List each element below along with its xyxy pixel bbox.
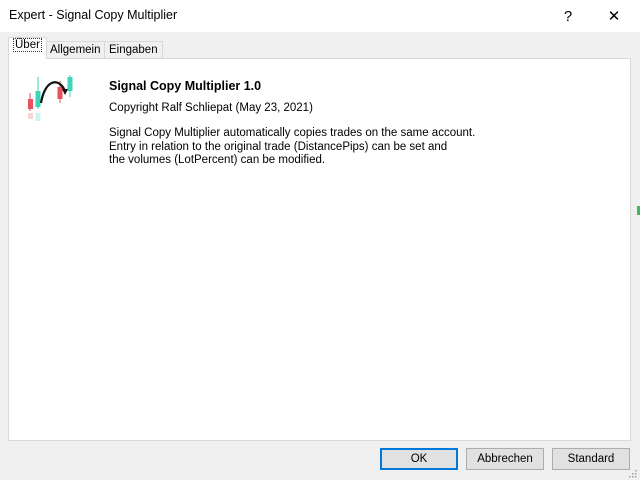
description-line: Entry in relation to the original trade … [109,140,448,153]
copyright-text: Copyright Ralf Schliepat (May 23, 2021) [109,102,313,114]
cancel-button[interactable]: Abbrechen [466,448,544,470]
about-panel: Signal Copy Multiplier 1.0 Copyright Ral… [8,58,631,441]
tab-label: Eingaben [109,44,158,56]
close-icon: ✕ [607,8,621,25]
expert-candles-logo [28,75,73,121]
description-line: Signal Copy Multiplier automatically cop… [109,127,476,139]
window-title: Expert - Signal Copy Multiplier [9,8,178,22]
tab-ueber[interactable]: Über [8,37,47,59]
help-button[interactable]: ? [545,0,591,32]
resize-grip-icon[interactable] [627,468,637,478]
tab-label: Allgemein [50,44,101,56]
expert-name: Signal Copy Multiplier 1.0 [109,79,262,93]
title-bar: Expert - Signal Copy Multiplier ? ✕ [0,0,640,32]
tab-label: Über [13,38,42,52]
description-line: the volumes (LotPercent) can be modified… [109,154,326,166]
tab-eingaben[interactable]: Eingaben [104,41,163,58]
help-icon: ? [563,7,573,25]
close-button[interactable]: ✕ [591,0,637,32]
dialog-body: Über Allgemein Eingaben Signal Copy Mult… [0,32,640,480]
standard-button[interactable]: Standard [552,448,630,470]
description: Signal Copy Multiplier automatically cop… [109,127,475,168]
ok-button[interactable]: OK [380,448,458,470]
tab-allgemein[interactable]: Allgemein [45,41,106,58]
